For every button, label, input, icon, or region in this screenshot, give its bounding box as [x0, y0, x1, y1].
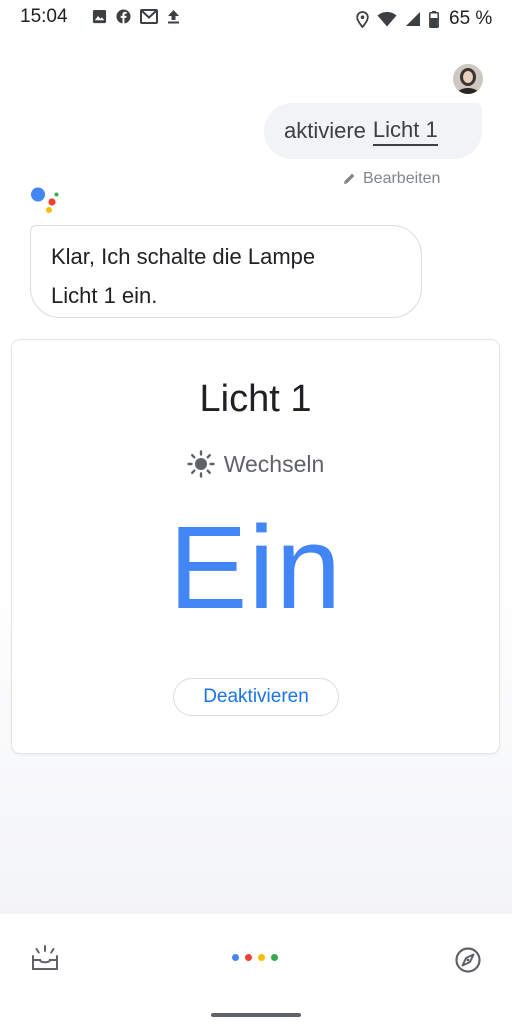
assistant-reply-line: Licht 1 ein. — [51, 283, 158, 308]
edit-label: Bearbeiten — [363, 170, 441, 187]
mic-dot-blue — [232, 954, 239, 961]
assistant-mic-button[interactable] — [232, 954, 278, 961]
battery-percent: 65 % — [449, 8, 493, 29]
device-control-card: Licht 1 Wechseln Ein Deaktivieren — [11, 339, 500, 754]
user-query-entity: Licht 1 — [372, 117, 438, 146]
device-name: Licht 1 — [199, 378, 312, 420]
image-icon — [92, 9, 107, 24]
pencil-icon — [344, 173, 355, 184]
gmail-icon — [140, 9, 158, 24]
bottom-bar — [0, 914, 512, 1024]
battery-icon — [429, 10, 439, 28]
status-bar: 15:04 65 % — [0, 0, 512, 36]
status-time: 15:04 — [20, 6, 68, 27]
signal-icon — [406, 12, 420, 26]
device-state-value: Ein — [168, 502, 343, 634]
toggle-mode-row: Wechseln — [12, 450, 499, 478]
avatar-image — [453, 64, 483, 94]
mic-dot-red — [245, 954, 252, 961]
gesture-nav-handle[interactable] — [211, 1013, 301, 1017]
edit-link[interactable]: Bearbeiten — [343, 170, 440, 188]
mic-dot-yellow — [258, 954, 265, 961]
deactivate-button[interactable]: Deaktivieren — [173, 678, 339, 716]
location-icon — [356, 10, 369, 28]
mic-dot-green — [271, 954, 278, 961]
mode-label: Wechseln — [223, 450, 325, 477]
assistant-reply-bubble: Klar, Ich schalte die Lampe Licht 1 ein. — [30, 225, 422, 318]
sun-icon — [187, 450, 215, 478]
facebook-icon — [116, 9, 131, 24]
updates-icon[interactable] — [30, 944, 60, 974]
upload-icon — [168, 10, 179, 24]
wifi-icon — [377, 12, 397, 27]
user-query-text: aktiviere — [284, 118, 366, 143]
user-avatar[interactable] — [453, 64, 483, 94]
explore-compass-icon[interactable] — [454, 946, 482, 974]
user-query-bubble[interactable]: aktiviere Licht 1 — [264, 103, 482, 159]
notification-icons — [92, 9, 180, 24]
google-assistant-logo-icon — [31, 187, 59, 213]
assistant-reply-line: Klar, Ich schalte die Lampe — [51, 244, 316, 269]
system-icons: 65 % — [356, 8, 492, 30]
